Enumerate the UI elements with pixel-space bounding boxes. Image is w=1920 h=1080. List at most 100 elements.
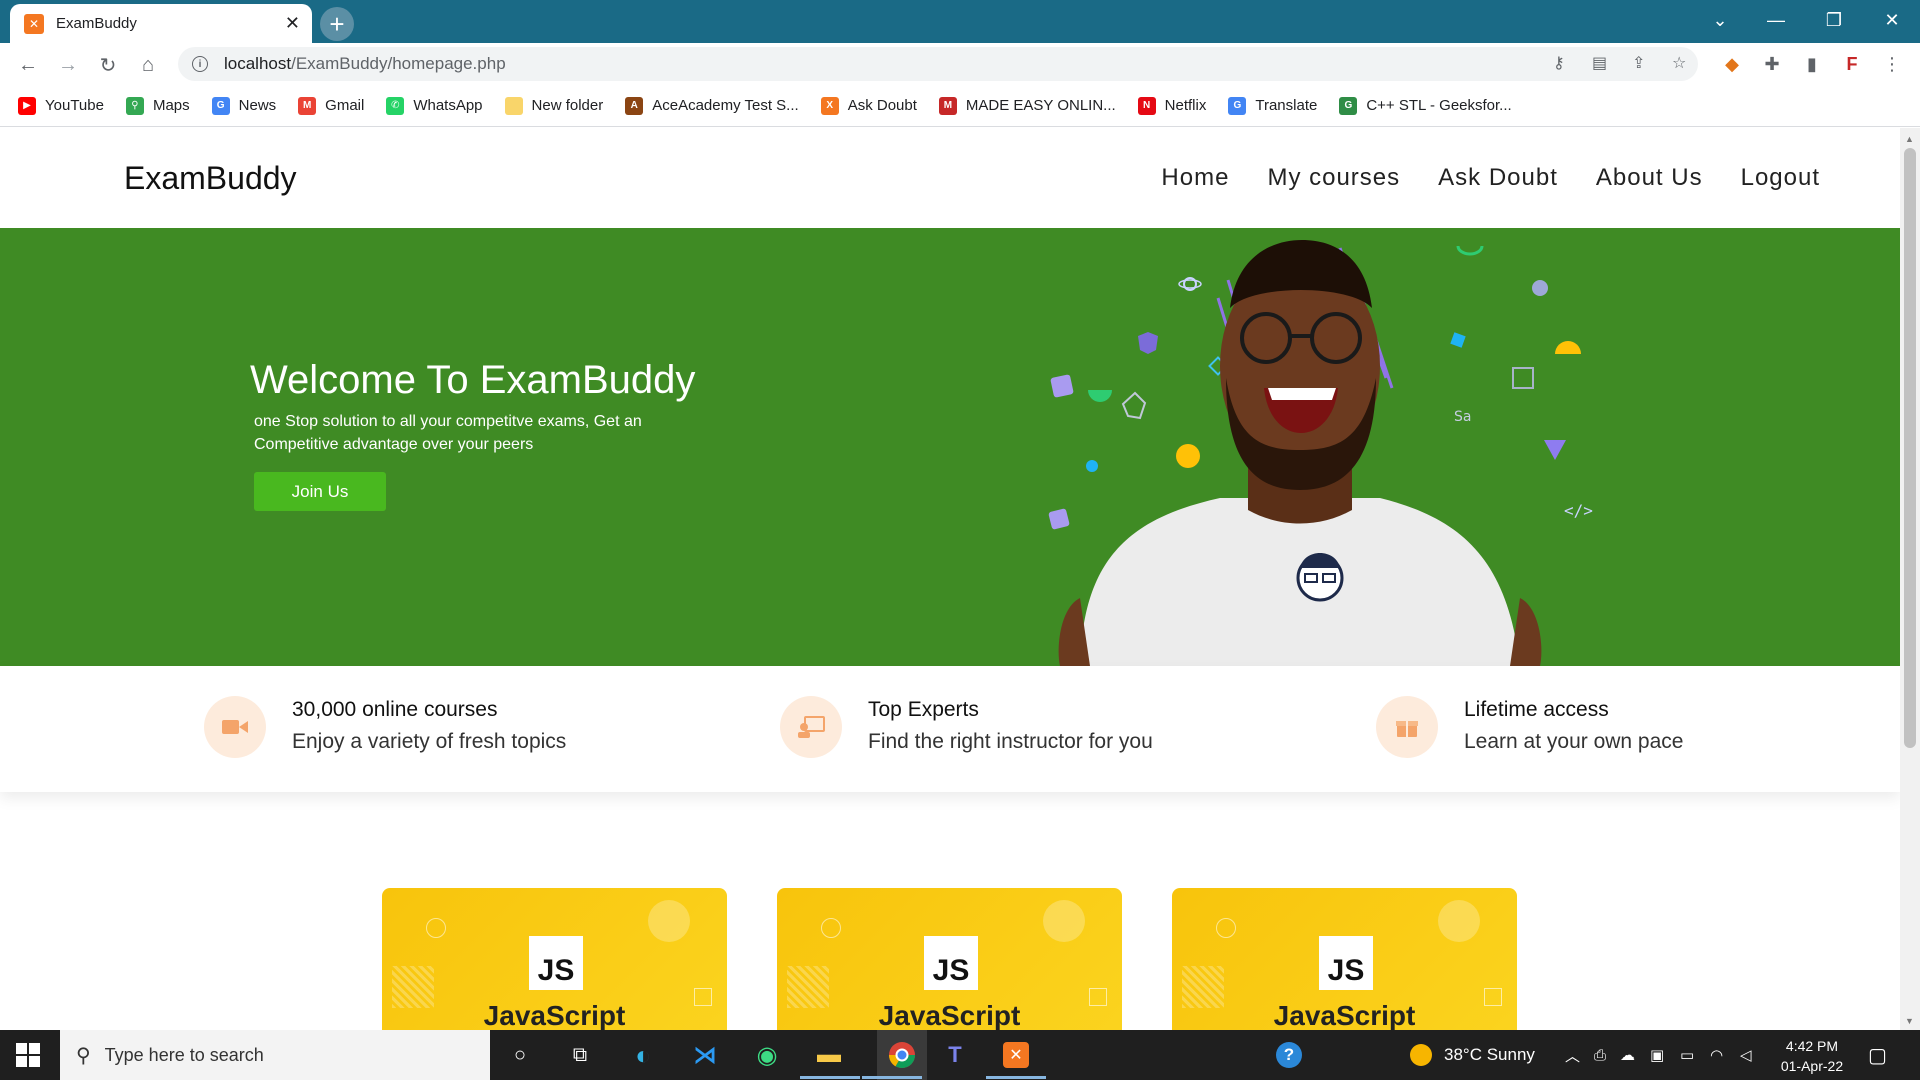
bookmark-item[interactable]: X Ask Doubt (820, 96, 917, 115)
bookmark-item[interactable]: ✆ WhatsApp (386, 96, 483, 115)
nav-about-us[interactable]: About Us (1596, 164, 1703, 192)
restore-button[interactable]: ❐ (1806, 0, 1862, 40)
onedrive-cloud-icon[interactable]: ☁ (1620, 1030, 1635, 1080)
page-scrollbar[interactable]: ▲ ▼ (1900, 128, 1920, 1030)
geeksforgeeks-icon: G (1339, 96, 1358, 115)
blue-square (1450, 332, 1466, 348)
bookmark-item[interactable]: G News (211, 96, 277, 115)
meet-now-icon[interactable]: ⎙ (1594, 1030, 1606, 1080)
browser-tab-active[interactable]: ✕ ExamBuddy ✕ (10, 4, 312, 43)
close-window-button[interactable]: ✕ (1864, 0, 1920, 40)
profile-extension-icon[interactable]: F (1840, 52, 1864, 76)
nav-ask-doubt[interactable]: Ask Doubt (1438, 164, 1558, 192)
new-tab-button[interactable]: + (320, 7, 354, 41)
android-studio-icon[interactable]: ◉ (752, 1040, 782, 1070)
join-us-button[interactable]: Join Us (254, 472, 386, 511)
task-view-icon[interactable]: ⧉ (565, 1040, 595, 1070)
vscode-icon[interactable]: ⋊ (690, 1040, 720, 1070)
cortana-icon[interactable]: ○ (505, 1040, 535, 1070)
bookmark-label: MADE EASY ONLIN... (965, 97, 1116, 114)
scrollbar-thumb[interactable] (1904, 148, 1916, 748)
yellow-half-circle (1555, 341, 1581, 354)
bookmark-item[interactable]: M Gmail (298, 96, 364, 115)
half-ring-shape (1456, 245, 1484, 256)
windows-taskbar: ⚲ Type here to search ○ ⧉ ◐ ⋊ ◉ ▬ T ✕ ? … (0, 1030, 1920, 1080)
course-card[interactable]: JS JavaScript (777, 888, 1122, 1030)
bookmark-item[interactable]: A AceAcademy Test S... (625, 96, 799, 115)
tab-search-icon[interactable]: ⌄ (1692, 0, 1748, 40)
share-icon[interactable]: ⇪ (1632, 53, 1645, 73)
course-card[interactable]: JS JavaScript (1172, 888, 1517, 1030)
minimize-button[interactable]: — (1748, 0, 1804, 40)
extensions-puzzle-icon[interactable]: ✚ (1760, 52, 1784, 76)
bookmark-item[interactable]: G Translate (1228, 96, 1317, 115)
forward-icon[interactable]: → (54, 51, 82, 79)
bookmark-item[interactable]: New folder (504, 96, 603, 115)
bookmark-item[interactable]: N Netflix (1137, 96, 1206, 115)
half-circle-shape (1088, 390, 1112, 402)
course-title: JavaScript (483, 1000, 626, 1030)
decor-ring (821, 918, 841, 938)
nav-my-courses[interactable]: My courses (1267, 164, 1400, 192)
back-icon[interactable]: ← (14, 51, 42, 79)
browser-menu-icon[interactable]: ⋮ (1880, 52, 1904, 76)
webpage-viewport: ExamBuddy Home My courses Ask Doubt Abou… (0, 128, 1900, 1030)
bookmark-item[interactable]: G C++ STL - Geeksfor... (1339, 96, 1512, 115)
gift-box-icon (1376, 696, 1438, 758)
hero-title: Welcome To ExamBuddy (250, 358, 696, 402)
help-icon[interactable]: ? (1276, 1030, 1302, 1080)
course-card[interactable]: JS JavaScript (382, 888, 727, 1030)
wifi-icon[interactable]: ◠ (1710, 1030, 1723, 1080)
taskbar-clock[interactable]: 4:42 PM 01-Apr-22 (1770, 1036, 1854, 1076)
reload-icon[interactable]: ↻ (94, 51, 122, 79)
bookmark-item[interactable]: ⚲ Maps (125, 96, 190, 115)
address-bar[interactable]: i localhost/ExamBuddy/homepage.php (178, 47, 1698, 81)
javascript-logo-icon: JS (924, 936, 978, 990)
weather-widget[interactable]: 38°C Sunny (1410, 1030, 1535, 1080)
side-panel-icon[interactable]: ▮ (1800, 52, 1824, 76)
show-hidden-icons-chevron-icon[interactable]: ︿ (1565, 1030, 1580, 1080)
video-camera-icon (204, 696, 266, 758)
translate-page-icon[interactable]: ▤ (1592, 53, 1607, 73)
taskbar-search-box[interactable]: ⚲ Type here to search (60, 1030, 490, 1080)
bookmark-label: Maps (152, 97, 190, 114)
key-icon[interactable]: ⚷ (1553, 53, 1565, 73)
file-explorer-icon[interactable]: ▬ (814, 1040, 844, 1070)
react-orbit (1178, 279, 1202, 289)
xampp-taskbar-icon[interactable]: ✕ (1001, 1040, 1031, 1070)
notifications-icon[interactable]: ▢ (1868, 1030, 1887, 1080)
decor-bubble (1438, 900, 1480, 942)
teams-icon[interactable]: T (940, 1040, 970, 1070)
xampp-icon: ✕ (24, 13, 44, 34)
site-info-icon[interactable]: i (192, 56, 208, 72)
bookmark-item[interactable]: ▶ YouTube (18, 96, 104, 115)
nav-logout[interactable]: Logout (1741, 164, 1820, 192)
display-icon[interactable]: ▣ (1650, 1030, 1664, 1080)
metamask-extension-icon[interactable]: ◆ (1720, 52, 1744, 76)
edge-icon[interactable]: ◐ (628, 1040, 658, 1070)
battery-icon[interactable]: ▭ (1680, 1030, 1694, 1080)
bookmark-label: YouTube (45, 97, 104, 114)
bookmark-item[interactable]: M MADE EASY ONLIN... (938, 96, 1116, 115)
close-tab-icon[interactable]: ✕ (285, 13, 300, 34)
address-url: localhost/ExamBuddy/homepage.php (224, 54, 506, 73)
sass-icon: Sa (1454, 409, 1471, 425)
taskbar-search-placeholder: Type here to search (104, 1044, 264, 1065)
feature-title: Top Experts (868, 698, 979, 721)
feature-title: Lifetime access (1464, 698, 1609, 721)
chrome-icon[interactable] (877, 1030, 927, 1080)
feature-subtitle: Enjoy a variety of fresh topics (292, 730, 567, 753)
bookmark-label: C++ STL - Geeksfor... (1366, 97, 1512, 114)
yellow-dot (1176, 444, 1200, 468)
windows-start-icon[interactable] (16, 1043, 40, 1067)
scroll-down-arrow-icon[interactable]: ▼ (1905, 1016, 1914, 1026)
bookmark-label: News (238, 97, 277, 114)
whatsapp-icon: ✆ (386, 96, 405, 115)
site-brand[interactable]: ExamBuddy (124, 160, 297, 197)
scroll-up-arrow-icon[interactable]: ▲ (1905, 134, 1914, 144)
volume-icon[interactable]: ◁ (1740, 1030, 1752, 1080)
active-indicator (862, 1076, 922, 1079)
nav-home[interactable]: Home (1161, 164, 1229, 192)
bookmark-star-icon[interactable]: ☆ (1672, 53, 1686, 73)
home-icon[interactable]: ⌂ (134, 51, 162, 79)
